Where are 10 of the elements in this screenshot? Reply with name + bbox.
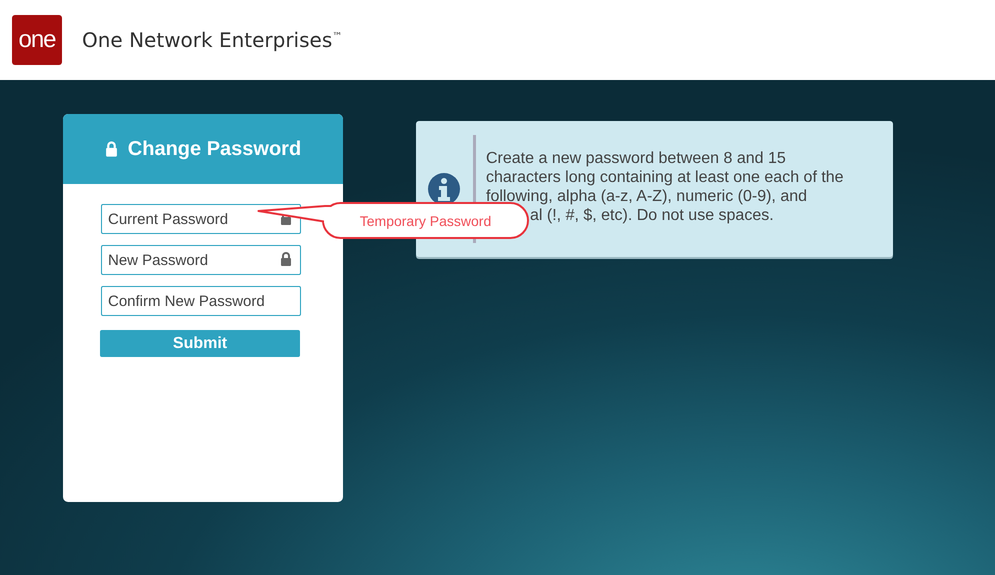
lock-icon: [104, 141, 118, 157]
info-text-line: characters long containing at least one each of the: [486, 168, 844, 187]
callout: Temporary Password: [322, 202, 529, 239]
company-name: One Network Enterprises$^{™}$: [82, 28, 342, 52]
password-field[interactable]: New Password: [101, 245, 301, 275]
password-field[interactable]: Confirm New Password: [101, 286, 301, 316]
card-title: Change Password: [128, 138, 302, 160]
submit-button[interactable]: Submit: [100, 330, 300, 357]
info-text-line: Create a new password between 8 and 15: [486, 149, 787, 168]
logo: one: [12, 15, 62, 65]
